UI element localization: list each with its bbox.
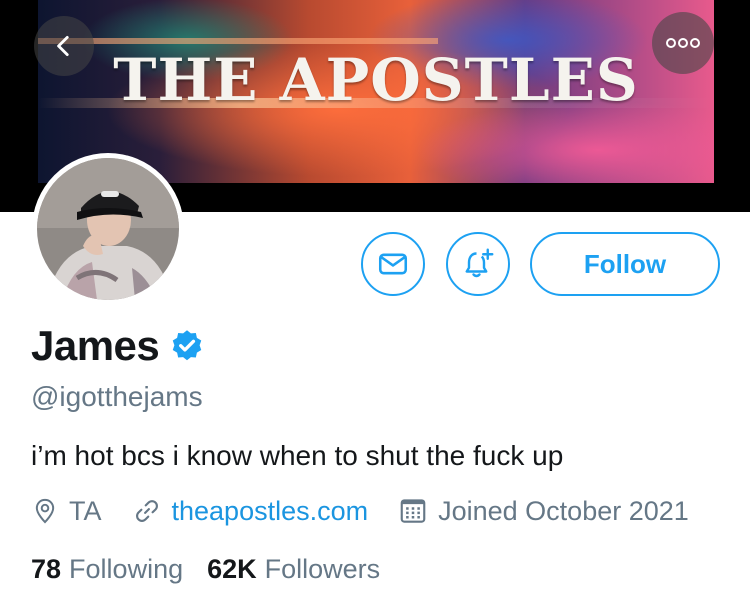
location-pin-icon: [35, 498, 55, 524]
joined-date: Joined October 2021: [438, 495, 689, 526]
following-stat[interactable]: 78 Following: [31, 554, 183, 585]
location-text: TA: [69, 495, 102, 526]
name-row: James: [31, 322, 205, 370]
message-button[interactable]: [361, 232, 425, 296]
location-item: TA: [31, 496, 102, 527]
link-icon: [135, 500, 158, 522]
verified-badge-icon: [173, 330, 202, 361]
banner-title: THE APOSTLES: [113, 46, 639, 114]
follow-button[interactable]: Follow: [530, 232, 720, 296]
avatar[interactable]: [32, 153, 184, 305]
website-link[interactable]: theapostles.com: [172, 496, 369, 527]
calendar-icon: [400, 499, 426, 523]
chevron-left-icon: [57, 35, 69, 57]
followers-count: 62K: [207, 554, 257, 584]
follow-stats: 78 Following 62K Followers: [31, 554, 404, 585]
avatar-photo: [37, 158, 179, 300]
back-button[interactable]: [34, 16, 94, 76]
display-name: James: [31, 322, 160, 369]
following-label: Following: [69, 554, 184, 584]
more-horizontal-icon: [666, 38, 700, 48]
profile-bio: i’m hot bcs i know when to shut the fuck…: [31, 440, 564, 471]
notifications-button[interactable]: [446, 232, 510, 296]
joined-item: Joined October 2021: [398, 496, 689, 527]
banner-decor-bar: [38, 38, 438, 44]
following-count: 78: [31, 554, 62, 584]
website-item[interactable]: theapostles.com: [132, 496, 369, 527]
profile-meta: TA theapostles.com Joined October 2021: [31, 494, 719, 528]
banner-image: THE APOSTLES: [38, 0, 714, 183]
followers-stat[interactable]: 62K Followers: [207, 554, 380, 585]
followers-label: Followers: [264, 554, 381, 584]
envelope-icon: [378, 253, 408, 275]
more-options-button[interactable]: [652, 12, 714, 74]
user-handle: @igotthejams: [31, 381, 203, 412]
bell-plus-icon: [465, 248, 494, 278]
